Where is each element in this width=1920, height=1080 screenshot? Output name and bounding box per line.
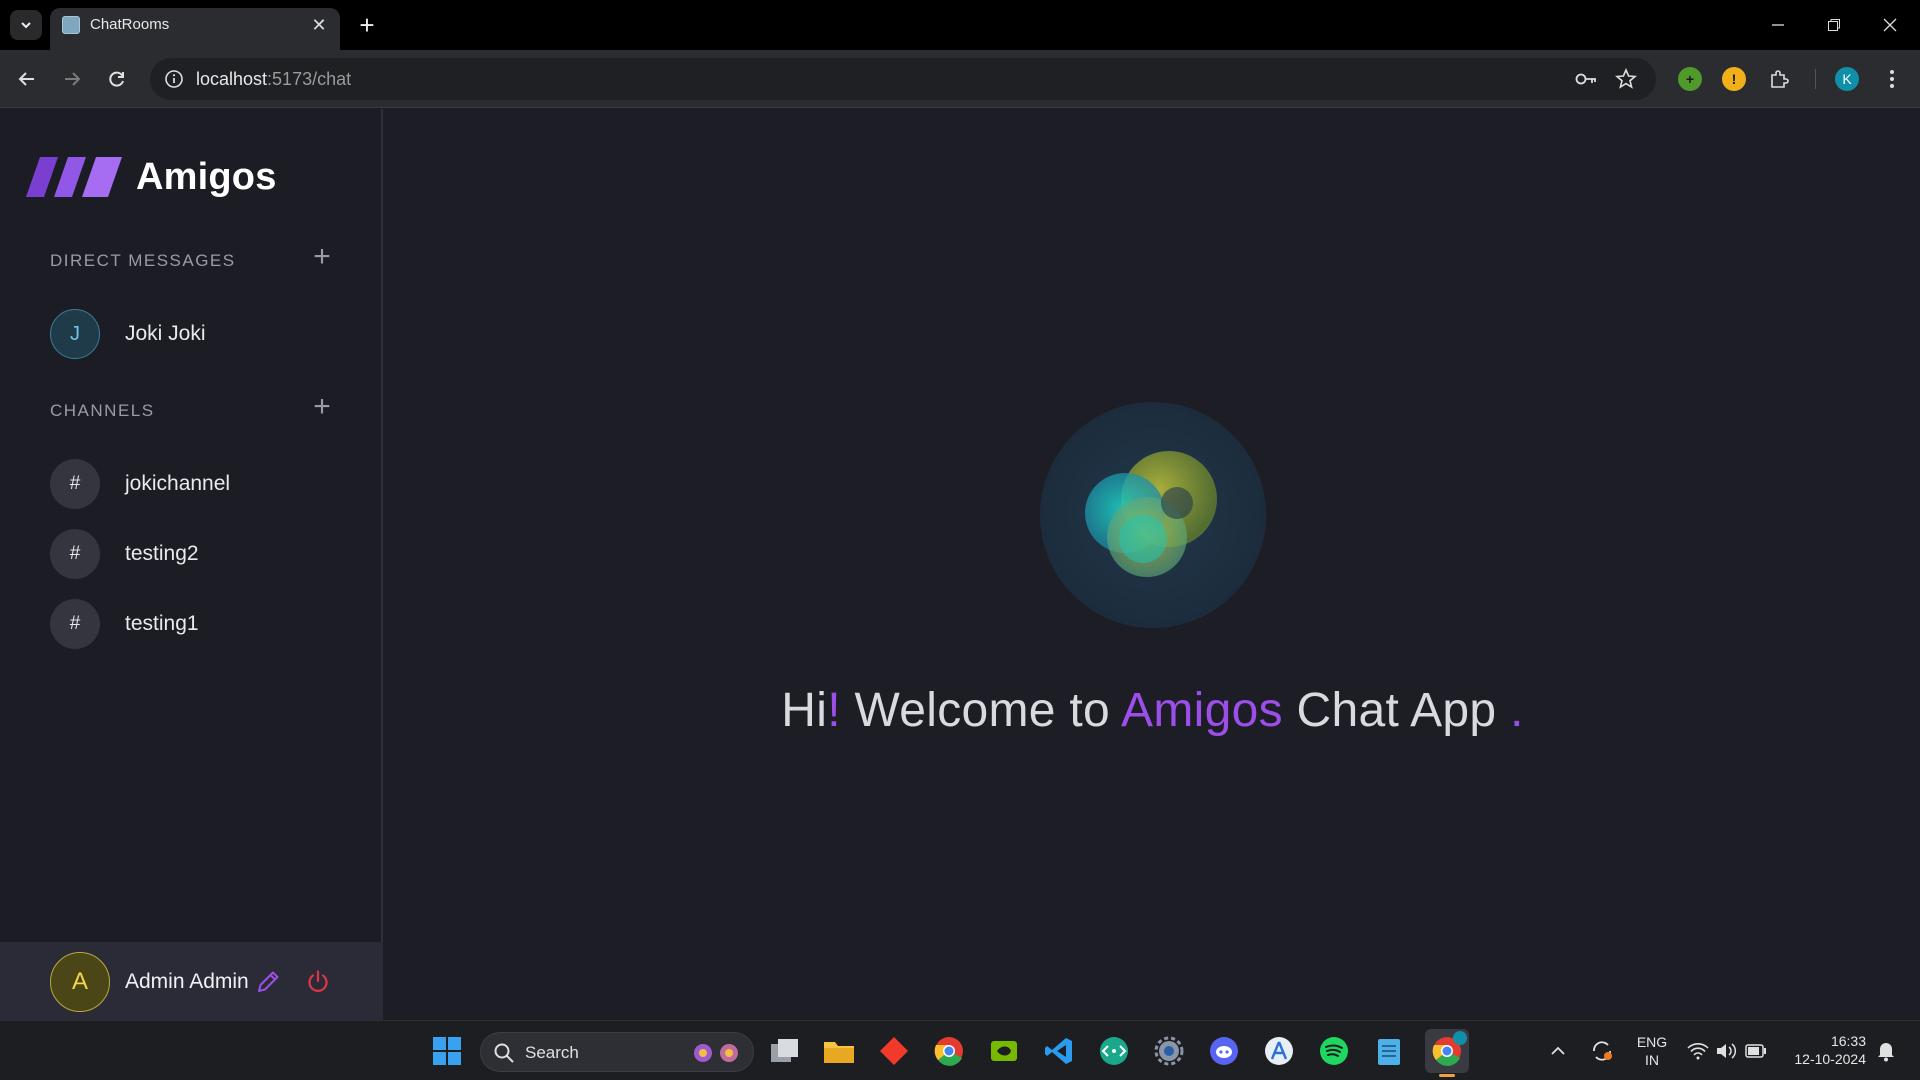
channel-item-label: testing1 [125,612,199,635]
edit-profile-button[interactable] [255,969,281,995]
tab-title: ChatRooms [90,16,170,33]
channel-item-label: jokichannel [125,472,231,495]
new-tab-button[interactable]: + [352,10,382,40]
tab-search-button[interactable] [10,10,42,40]
reload-icon [109,71,124,87]
chevron-up-icon[interactable] [1545,1034,1571,1068]
profile-name: Admin Admin [125,970,249,993]
wifi-icon[interactable] [1684,1034,1712,1068]
discord-icon[interactable] [1207,1034,1241,1068]
windows-taskbar: Search ENG IN 16:33 12-10-2024 [0,1020,1920,1080]
extension-green-icon[interactable]: + [1678,67,1702,91]
active-indicator [1439,1074,1455,1077]
volume-icon[interactable] [1712,1034,1740,1068]
remote-app-icon[interactable] [1097,1034,1131,1068]
avatar[interactable]: A [50,952,110,1012]
direct-messages-title: DIRECT MESSAGES [50,251,236,270]
hash-icon: # [50,459,100,509]
profile-avatar-button[interactable]: K [1835,67,1859,91]
chrome-active-icon[interactable] [1425,1029,1469,1077]
browser-menu-icon[interactable] [1880,67,1904,91]
arrow-left-icon [18,72,34,86]
welcome-orb-animation [1040,402,1266,628]
tab-close-icon[interactable]: ✕ [306,12,332,38]
sync-icon[interactable] [1588,1034,1616,1068]
channel-item-testing1[interactable]: # testing1 [50,598,350,650]
brand-logo[interactable]: Amigos [26,153,277,201]
windows-start-icon[interactable] [430,1034,464,1068]
address-bar[interactable]: localhost:5173/chat [150,58,1656,100]
taskbar-search-input[interactable]: Search [480,1032,754,1072]
forward-button[interactable] [55,62,89,96]
browser-tab-active[interactable]: ChatRooms ✕ [50,8,340,50]
welcome-message: Hi! Welcome to Amigos Chat App . [781,684,1524,737]
add-direct-message-button[interactable]: + [310,242,334,272]
chrome-icon[interactable] [932,1034,966,1068]
browser-tab-bar: ChatRooms ✕ + [0,0,1920,50]
restore-button[interactable] [1816,10,1852,40]
search-placeholder: Search [525,1043,579,1062]
dm-item-label: Joki Joki [125,322,206,345]
chevron-down-icon [21,22,31,29]
pencil-icon [258,971,279,992]
close-icon [1883,18,1897,32]
minimize-icon [1772,24,1784,26]
channel-item-testing2[interactable]: # testing2 [50,528,350,580]
back-button[interactable] [10,62,44,96]
power-icon [308,970,328,992]
app-store-icon[interactable] [1262,1034,1296,1068]
spotify-icon[interactable] [1317,1034,1351,1068]
channels-title: CHANNELS [50,401,155,420]
avatar: J [50,309,100,359]
profile-badge-icon [1453,1031,1467,1045]
browser-toolbar: localhost:5173/chat + ! K [0,50,1920,108]
file-explorer-icon[interactable] [822,1034,856,1068]
language-indicator[interactable]: ENG IN [1632,1033,1672,1069]
site-info-icon[interactable] [162,67,186,91]
notepad-icon[interactable] [1372,1034,1406,1068]
nvidia-icon[interactable] [987,1034,1021,1068]
channel-item-jokichannel[interactable]: # jokichannel [50,458,350,510]
search-icon [494,1043,514,1063]
hash-icon: # [50,529,100,579]
vscode-icon[interactable] [1042,1034,1076,1068]
chat-app: Amigos DIRECT MESSAGES + J Joki Joki CHA… [0,109,1920,1020]
toolbar-separator [1815,69,1816,89]
user-profile-bar: A Admin Admin [0,942,383,1020]
search-highlight-icon [694,1044,738,1062]
clock[interactable]: 16:33 12-10-2024 [1782,1032,1866,1068]
settings-gear-icon[interactable] [1152,1034,1186,1068]
dm-item-joki-joki[interactable]: J Joki Joki [50,308,350,360]
battery-icon[interactable] [1742,1034,1770,1068]
restore-icon [1828,19,1840,31]
minimize-button[interactable] [1760,10,1796,40]
git-app-icon[interactable] [877,1034,911,1068]
close-window-button[interactable] [1872,10,1908,40]
arrow-right-icon [65,72,81,86]
url-text: localhost:5173/chat [196,69,352,89]
add-channel-button[interactable]: + [310,392,334,422]
logo-stripes-icon [26,157,122,197]
reload-button[interactable] [100,62,134,96]
task-view-icon[interactable] [768,1034,802,1068]
chat-main-area: Hi! Welcome to Amigos Chat App . [385,109,1920,1020]
notification-bell-icon[interactable] [1872,1034,1900,1068]
brand-name: Amigos [136,155,277,198]
password-key-icon[interactable] [1574,67,1598,91]
sidebar: Amigos DIRECT MESSAGES + J Joki Joki CHA… [0,109,383,1020]
hash-icon: # [50,599,100,649]
tab-favicon-icon [62,16,80,34]
extension-yellow-icon[interactable]: ! [1722,67,1746,91]
bookmark-star-icon[interactable] [1614,67,1638,91]
channel-item-label: testing2 [125,542,199,565]
logout-button[interactable] [305,969,331,995]
extensions-puzzle-icon[interactable] [1767,67,1791,91]
